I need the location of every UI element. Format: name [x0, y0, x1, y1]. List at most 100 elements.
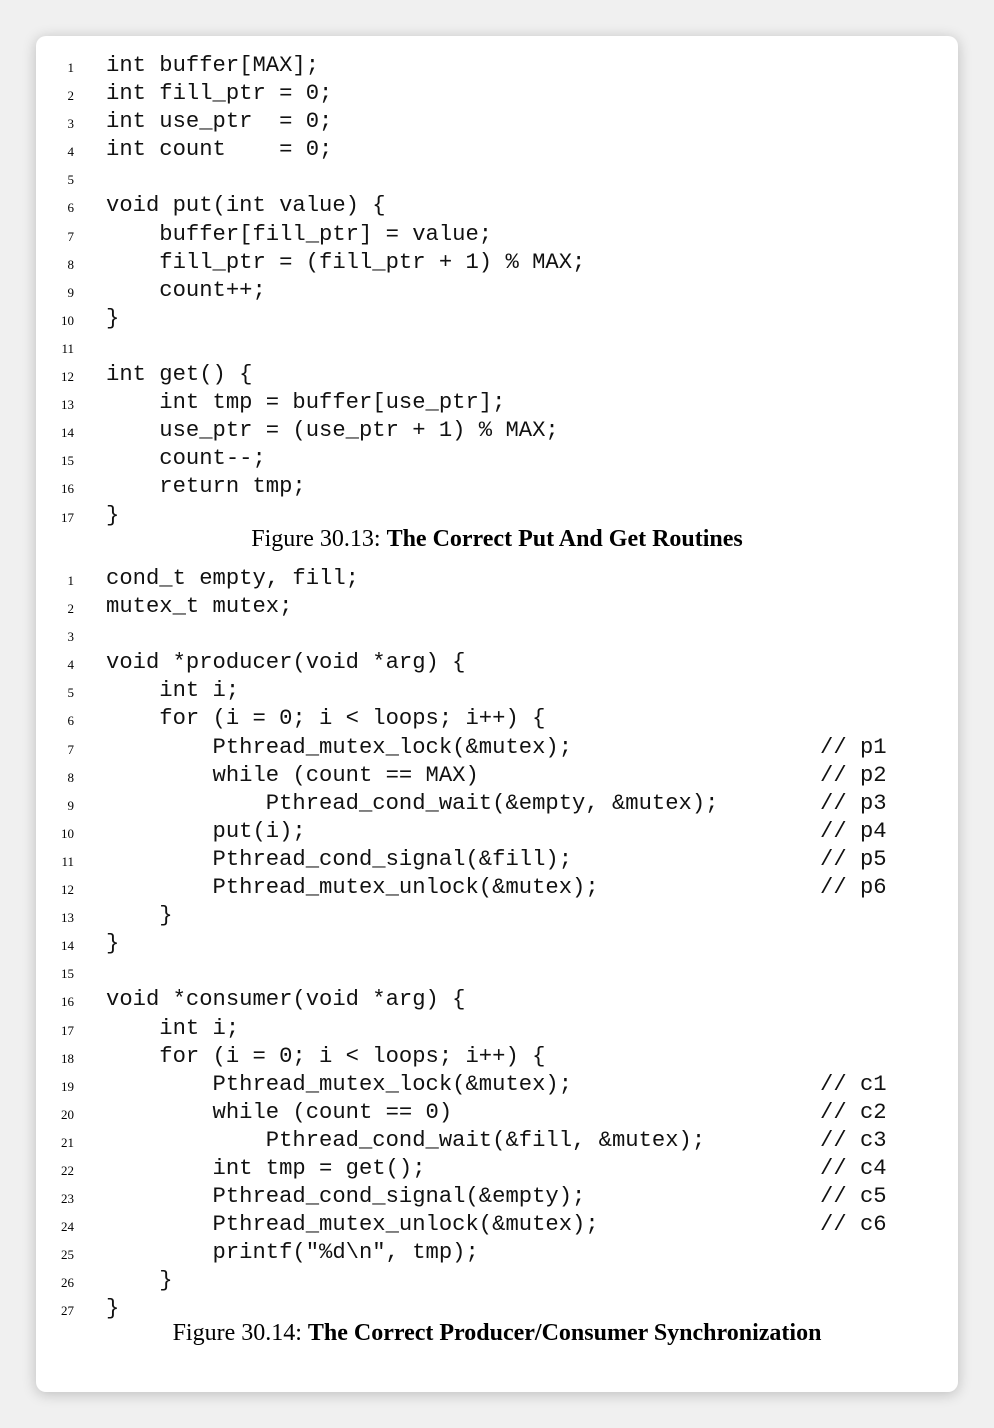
code-line: 23 Pthread_cond_signal(&empty); // c5 [36, 1183, 958, 1211]
line-number: 17 [61, 1022, 74, 1038]
code-text: while (count == 0) [106, 1099, 453, 1125]
code-text: mutex_t mutex; [106, 594, 293, 620]
code-text: void put(int value) { [106, 193, 386, 219]
code-line: 21 Pthread_cond_wait(&fill, &mutex); // c… [36, 1127, 958, 1155]
code-text: count++; [106, 277, 266, 303]
code-comment: // c2 [820, 1099, 887, 1125]
code-text: printf("%d\n", tmp); [106, 1240, 479, 1266]
code-line: 7 buffer[fill_ptr] = value; [36, 221, 958, 249]
code-text: return tmp; [106, 474, 306, 500]
code-comment: // c4 [820, 1155, 887, 1181]
code-text: Pthread_cond_signal(&fill); [106, 846, 573, 872]
code-line: 18 for (i = 0; i < loops; i++) { [36, 1043, 958, 1071]
code-line: 3 int use_ptr = 0; [36, 108, 958, 136]
code-line: 1 cond_t empty, fill; [36, 565, 958, 593]
code-text: int tmp = get(); [106, 1155, 426, 1181]
code-text: for (i = 0; i < loops; i++) { [106, 706, 546, 732]
code-line: 2 int fill_ptr = 0; [36, 80, 958, 108]
code-text: while (count == MAX) [106, 762, 479, 788]
line-number: 18 [61, 1050, 74, 1066]
code-text: put(i); [106, 818, 306, 844]
figure-caption-30-13: Figure 30.13: The Correct Put And Get Ro… [36, 526, 958, 553]
code-text: int fill_ptr = 0; [106, 81, 333, 107]
code-line: 8 fill_ptr = (fill_ptr + 1) % MAX; [36, 249, 958, 277]
line-number: 20 [61, 1106, 74, 1122]
line-number: 7 [67, 741, 75, 757]
code-comment: // p4 [820, 818, 887, 844]
code-line: 6 for (i = 0; i < loops; i++) { [36, 705, 958, 733]
code-line: 4 int count = 0; [36, 136, 958, 164]
code-line: 12 Pthread_mutex_unlock(&mutex); // p6 [36, 874, 958, 902]
line-number: 1 [67, 60, 75, 75]
line-number: 19 [61, 1078, 74, 1094]
code-line: 7 Pthread_mutex_lock(&mutex); // p1 [36, 734, 958, 762]
code-text: int i; [106, 678, 240, 704]
caption-number: Figure 30.13: [251, 526, 381, 552]
caption-title: The Correct Put And Get Routines [386, 526, 743, 552]
code-text: int get() { [106, 362, 253, 388]
line-number: 1 [67, 573, 75, 588]
code-line: 14 use_ptr = (use_ptr + 1) % MAX; [36, 417, 958, 445]
line-number: 6 [67, 200, 75, 216]
code-text: fill_ptr = (fill_ptr + 1) % MAX; [106, 249, 586, 275]
code-comment: // p5 [820, 846, 887, 872]
code-line: 14} [36, 930, 958, 958]
code-text: } [106, 903, 173, 929]
document-page: 1 int buffer[MAX]; 2 int fill_ptr = 0; 3 int … [36, 36, 958, 1392]
code-text: Pthread_mutex_unlock(&mutex); [106, 875, 599, 901]
code-line: 24 Pthread_mutex_unlock(&mutex); // c6 [36, 1211, 958, 1239]
code-text: buffer[fill_ptr] = value; [106, 221, 493, 247]
code-line: 22 int tmp = get(); // c4 [36, 1155, 958, 1183]
code-line: 5 int i; [36, 677, 958, 705]
code-text: } [106, 305, 120, 331]
code-comment: // p2 [820, 762, 887, 788]
line-number: 24 [61, 1219, 74, 1235]
code-text: Pthread_cond_signal(&empty); [106, 1184, 586, 1210]
code-line: 19 Pthread_mutex_lock(&mutex); // c1 [36, 1071, 958, 1099]
code-line: 12 int get() { [36, 361, 958, 389]
code-text: int use_ptr = 0; [106, 109, 333, 135]
line-number: 16 [61, 481, 74, 497]
line-number: 9 [67, 797, 75, 813]
code-line: 25 printf("%d\n", tmp); [36, 1239, 958, 1267]
code-text: count--; [106, 446, 266, 472]
code-text: Pthread_mutex_lock(&mutex); [106, 734, 573, 760]
code-comment: // p3 [820, 790, 887, 816]
line-number: 23 [61, 1191, 74, 1207]
line-number: 12 [61, 882, 74, 898]
line-number: 2 [67, 88, 75, 104]
line-number: 9 [67, 284, 75, 300]
code-line: 10 put(i); // p4 [36, 818, 958, 846]
line-number: 13 [61, 910, 74, 926]
line-number: 10 [61, 825, 74, 841]
code-text: Pthread_mutex_unlock(&mutex); [106, 1212, 599, 1238]
line-number: 15 [61, 453, 74, 469]
code-text: int count = 0; [106, 137, 333, 163]
code-comment: // c6 [820, 1212, 887, 1238]
code-listing-producer-consumer: 1 cond_t empty, fill; 2 mutex_t mutex; 3 4 voi… [36, 565, 958, 1324]
code-listing-put-get: 1 int buffer[MAX]; 2 int fill_ptr = 0; 3 int … [36, 52, 958, 530]
code-line: 15 [36, 958, 958, 986]
code-text: Pthread_cond_wait(&empty, &mutex); [106, 790, 719, 816]
line-number: 7 [67, 228, 75, 244]
code-line: 9 Pthread_cond_wait(&empty, &mutex); // p… [36, 790, 958, 818]
line-number: 21 [61, 1134, 74, 1150]
line-number: 3 [67, 116, 75, 132]
line-number: 4 [67, 657, 75, 673]
code-line: 13 int tmp = buffer[use_ptr]; [36, 389, 958, 417]
line-number: 8 [67, 256, 75, 272]
line-number: 22 [61, 1162, 74, 1178]
line-number: 16 [61, 994, 74, 1010]
line-number: 11 [61, 853, 74, 869]
code-line: 6 void put(int value) { [36, 192, 958, 220]
line-number: 5 [67, 685, 75, 701]
code-comment: // c3 [820, 1127, 887, 1153]
code-text: Pthread_cond_wait(&fill, &mutex); [106, 1127, 706, 1153]
line-number: 12 [61, 369, 74, 385]
code-text: void *consumer(void *arg) { [106, 987, 466, 1013]
code-comment: // c5 [820, 1184, 887, 1210]
line-number: 8 [67, 769, 75, 785]
line-number: 13 [61, 397, 74, 413]
code-line: 2 mutex_t mutex; [36, 593, 958, 621]
line-number: 14 [61, 938, 74, 954]
